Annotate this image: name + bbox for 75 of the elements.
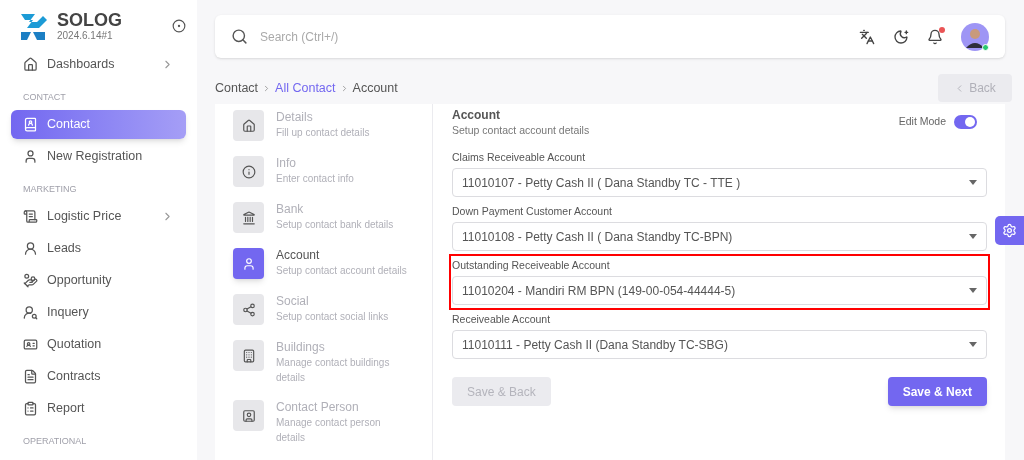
info-icon (241, 164, 256, 179)
step-subtitle: Manage contact buildings details (276, 356, 391, 385)
field-label: Claims Receiveable Account (452, 150, 587, 164)
account-select[interactable]: 11010204 - Mandiri RM BPN (149-00-054-44444-5) (452, 276, 987, 305)
breadcrumb-item: Contact (215, 79, 259, 97)
house-icon (23, 57, 38, 72)
contact-card-icon (241, 408, 256, 423)
caret-icon (969, 288, 977, 293)
search-input[interactable]: Search (Ctrl+/) (260, 27, 847, 46)
hand-coin-icon (23, 273, 38, 288)
moon-icon[interactable] (893, 28, 909, 45)
sidebar-item[interactable]: Logistic Price (11, 202, 186, 231)
step-title: Details (276, 110, 314, 125)
user-icon (241, 256, 256, 271)
step-subtitle: Manage contact person details (276, 416, 382, 445)
document-icon (23, 369, 38, 384)
customizer-button[interactable] (995, 216, 1024, 245)
user-icon (23, 241, 38, 256)
step-title: Social (276, 294, 310, 309)
step-title: Bank (276, 202, 305, 217)
form-title: Account (452, 108, 501, 123)
sidebar-item[interactable]: Leads (11, 234, 186, 263)
sidebar-item[interactable]: Contracts (11, 362, 186, 391)
sidebar-item[interactable]: Report (11, 394, 186, 423)
avatar[interactable] (961, 22, 989, 51)
field-label: Down Payment Customer Account (452, 204, 613, 218)
account-select[interactable]: 11010108 - Petty Cash II ( Dana Standby TC-BPN) (452, 222, 987, 251)
notification-icon[interactable] (927, 28, 943, 45)
account-select[interactable]: 11010107 - Petty Cash II ( Dana Standby TC - TTE ) (452, 168, 987, 197)
form-subtitle: Setup contact account details (452, 123, 590, 137)
sidebar-item[interactable]: New Registration (11, 142, 186, 171)
section-header: CONTACT (22, 91, 67, 104)
section-header: OPERATIONAL (22, 435, 88, 448)
sidebar-item[interactable]: Quotation (11, 330, 186, 359)
share-icon (241, 302, 256, 317)
id-card-icon (23, 337, 38, 352)
user-search-icon (23, 305, 38, 320)
caret-icon (969, 180, 977, 185)
version-label: 2024.6.14#1 (57, 31, 114, 41)
caret-icon (969, 342, 977, 347)
step-title: Contact Person (276, 400, 360, 415)
step-title: Buildings (276, 340, 326, 355)
field-label: Receiveable Account (452, 312, 552, 326)
brand-name: SOLOG (57, 11, 122, 29)
sidebar-item[interactable]: Inquery (11, 298, 186, 327)
clipboard-icon (23, 401, 38, 416)
settings-icon (1002, 223, 1017, 238)
field-label: Outstanding Receiveable Account (452, 258, 611, 272)
step-subtitle: Setup contact bank details (276, 218, 395, 232)
step-subtitle: Fill up contact details (276, 126, 371, 140)
bank-icon (241, 210, 256, 225)
edit-mode-label: Edit Mode (898, 114, 946, 129)
contact-book-icon (23, 117, 38, 132)
edit-mode-switch[interactable] (954, 114, 977, 129)
save-next-button[interactable]: Save & Next (887, 377, 987, 406)
account-select[interactable]: 11010111 - Petty Cash II (Dana Standby TC-SBG) (452, 330, 987, 359)
search-icon (231, 28, 248, 45)
list-icon (23, 209, 38, 224)
step-subtitle: Setup contact account details (276, 264, 408, 278)
translate-icon[interactable] (859, 28, 875, 45)
step-title: Info (276, 156, 297, 171)
step-subtitle: Enter contact info (276, 172, 355, 186)
caret-icon (969, 234, 977, 239)
pin-icon[interactable] (172, 19, 186, 33)
sidebar-item[interactable]: Opportunity (11, 266, 186, 295)
breadcrumb-item: Account (352, 79, 398, 97)
breadcrumb-link[interactable]: All Contact (275, 78, 336, 98)
section-header: MARKETING (22, 183, 78, 196)
step-subtitle: Setup contact social links (276, 310, 390, 324)
building-icon (241, 348, 256, 363)
step-title: Account (276, 248, 321, 263)
step-item[interactable]: Account Setup contact account details (233, 248, 432, 279)
house-icon (241, 118, 256, 133)
sidebar-item[interactable]: Dashboards (11, 50, 186, 79)
user-icon (23, 149, 38, 164)
